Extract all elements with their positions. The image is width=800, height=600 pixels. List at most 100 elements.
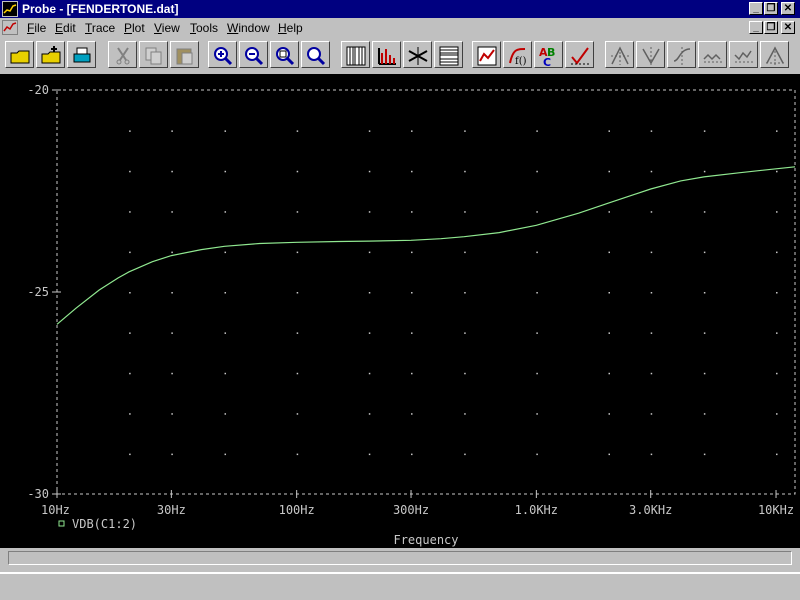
grid-dot <box>650 130 653 132</box>
mark-data-button[interactable] <box>565 41 594 68</box>
grid-dot <box>703 453 706 456</box>
grid-dot <box>464 130 466 132</box>
grid-dot <box>411 292 413 294</box>
grid-dot <box>224 413 227 415</box>
print-button[interactable] <box>67 41 96 68</box>
label-text-button[interactable]: ABC <box>534 41 563 68</box>
grid-dot <box>464 413 466 415</box>
grid-dot <box>411 170 413 173</box>
grid-dot <box>171 372 173 375</box>
grid-dot <box>464 251 466 254</box>
menu-file[interactable]: File <box>27 21 46 35</box>
frequency-response-chart[interactable]: -20 -25 -30 10Hz 30Hz 100Hz 300Hz 1.0KHz 3.0KHz 1… <box>0 74 800 548</box>
grid-dot <box>296 292 299 294</box>
menu-trace[interactable]: Trace <box>85 21 115 35</box>
grid-dot <box>411 130 413 132</box>
menu-mnemonic: W <box>227 21 239 35</box>
probe-app-icon[interactable] <box>2 1 18 17</box>
legend-label: VDB(C1:2) <box>72 517 137 531</box>
cut-button[interactable] <box>108 41 137 68</box>
grid-dot <box>464 372 466 375</box>
zoom-fit-icon <box>307 47 326 66</box>
app-close-button[interactable]: ✕ <box>781 2 795 15</box>
menu-label-rest: elp <box>286 21 303 35</box>
grid-dot <box>224 292 227 294</box>
app-minimize-button[interactable]: _ <box>749 2 763 15</box>
grid-dot <box>296 130 299 132</box>
grid-dot <box>368 413 371 415</box>
grid-dot <box>171 211 173 213</box>
log-x-axis-button[interactable] <box>341 41 370 68</box>
x-tick-label: 300Hz <box>393 503 429 517</box>
grid-dot <box>650 332 653 334</box>
cursor-peak-button[interactable] <box>636 41 665 68</box>
open-folder-button[interactable] <box>5 41 34 68</box>
log-y-axis-button[interactable] <box>434 41 463 68</box>
grid-dot <box>608 170 610 173</box>
grid-dot <box>411 211 413 213</box>
zoom-area-button[interactable] <box>270 41 299 68</box>
grid-dot <box>650 292 653 294</box>
grid-dot <box>411 453 413 456</box>
zoom-out-button[interactable] <box>239 41 268 68</box>
menu-label-rest: dit <box>63 21 76 35</box>
cursor-trough-button[interactable] <box>667 41 696 68</box>
add-trace-button[interactable] <box>472 41 501 68</box>
x-tick-label: 10KHz <box>758 503 794 517</box>
window-title: Probe - [FENDERTONE.dat] <box>22 2 179 16</box>
grid-dot <box>368 170 371 173</box>
copy-button[interactable] <box>139 41 168 68</box>
menu-tools[interactable]: Tools <box>190 21 218 35</box>
append-file-button[interactable] <box>36 41 65 68</box>
plot-area[interactable]: -20 -25 -30 10Hz 30Hz 100Hz 300Hz 1.0KHz 3.0KHz 1… <box>0 74 800 548</box>
grid-dot <box>776 332 778 334</box>
log-x-axis-icon <box>346 46 366 66</box>
menu-mnemonic: H <box>278 21 287 35</box>
grid-dot <box>536 130 538 132</box>
cursor-max-button[interactable] <box>760 41 789 68</box>
grid-dot <box>776 292 778 294</box>
menu-mnemonic: V <box>154 21 162 35</box>
grid-dot <box>536 170 538 173</box>
app-restore-button[interactable]: ❐ <box>764 2 778 15</box>
grid-dot <box>129 292 131 294</box>
svg-text:f(): f() <box>515 56 527 67</box>
eval-function-button[interactable]: f() <box>503 41 532 68</box>
zoom-in-button[interactable] <box>208 41 237 68</box>
menu-window[interactable]: Window <box>227 21 270 35</box>
mark-data-icon <box>571 47 589 65</box>
performance-analysis-button[interactable] <box>403 41 432 68</box>
menu-plot[interactable]: Plot <box>124 21 145 35</box>
grid-dot <box>703 413 706 415</box>
document-icon[interactable] <box>2 20 18 35</box>
zoom-fit-button[interactable] <box>301 41 330 68</box>
doc-restore-button[interactable]: ❐ <box>764 21 778 34</box>
menu-edit[interactable]: Edit <box>55 21 76 35</box>
cursor-min-button[interactable] <box>729 41 758 68</box>
grid-dot <box>608 292 610 294</box>
x-tick-label: 10Hz <box>41 503 70 517</box>
x-tick-label: 1.0KHz <box>515 503 558 517</box>
grid-dot <box>129 453 131 456</box>
menu-bar: File Edit Trace Plot View Tools Window Help _ ❐… <box>0 18 800 38</box>
menu-help[interactable]: Help <box>278 21 303 35</box>
grid-dot <box>776 211 778 213</box>
open-folder-icon <box>10 50 30 64</box>
menu-view[interactable]: View <box>154 21 180 35</box>
doc-close-button[interactable]: ✕ <box>781 21 795 34</box>
grid-dot <box>411 332 413 334</box>
grid-dot <box>464 332 466 334</box>
grid-dot <box>608 251 610 254</box>
doc-minimize-button[interactable]: _ <box>749 21 763 34</box>
grid-dot <box>224 332 227 334</box>
cursor-slope-button[interactable] <box>698 41 727 68</box>
fourier-button[interactable] <box>372 41 401 68</box>
grid-dot <box>608 372 610 375</box>
grid-dot <box>224 372 227 375</box>
log-y-axis-icon <box>439 46 459 66</box>
paste-button[interactable] <box>170 41 199 68</box>
grid-dot <box>650 170 653 173</box>
grid-dot <box>608 130 610 132</box>
grid-dot <box>608 413 610 415</box>
toggle-cursor-button[interactable] <box>605 41 634 68</box>
